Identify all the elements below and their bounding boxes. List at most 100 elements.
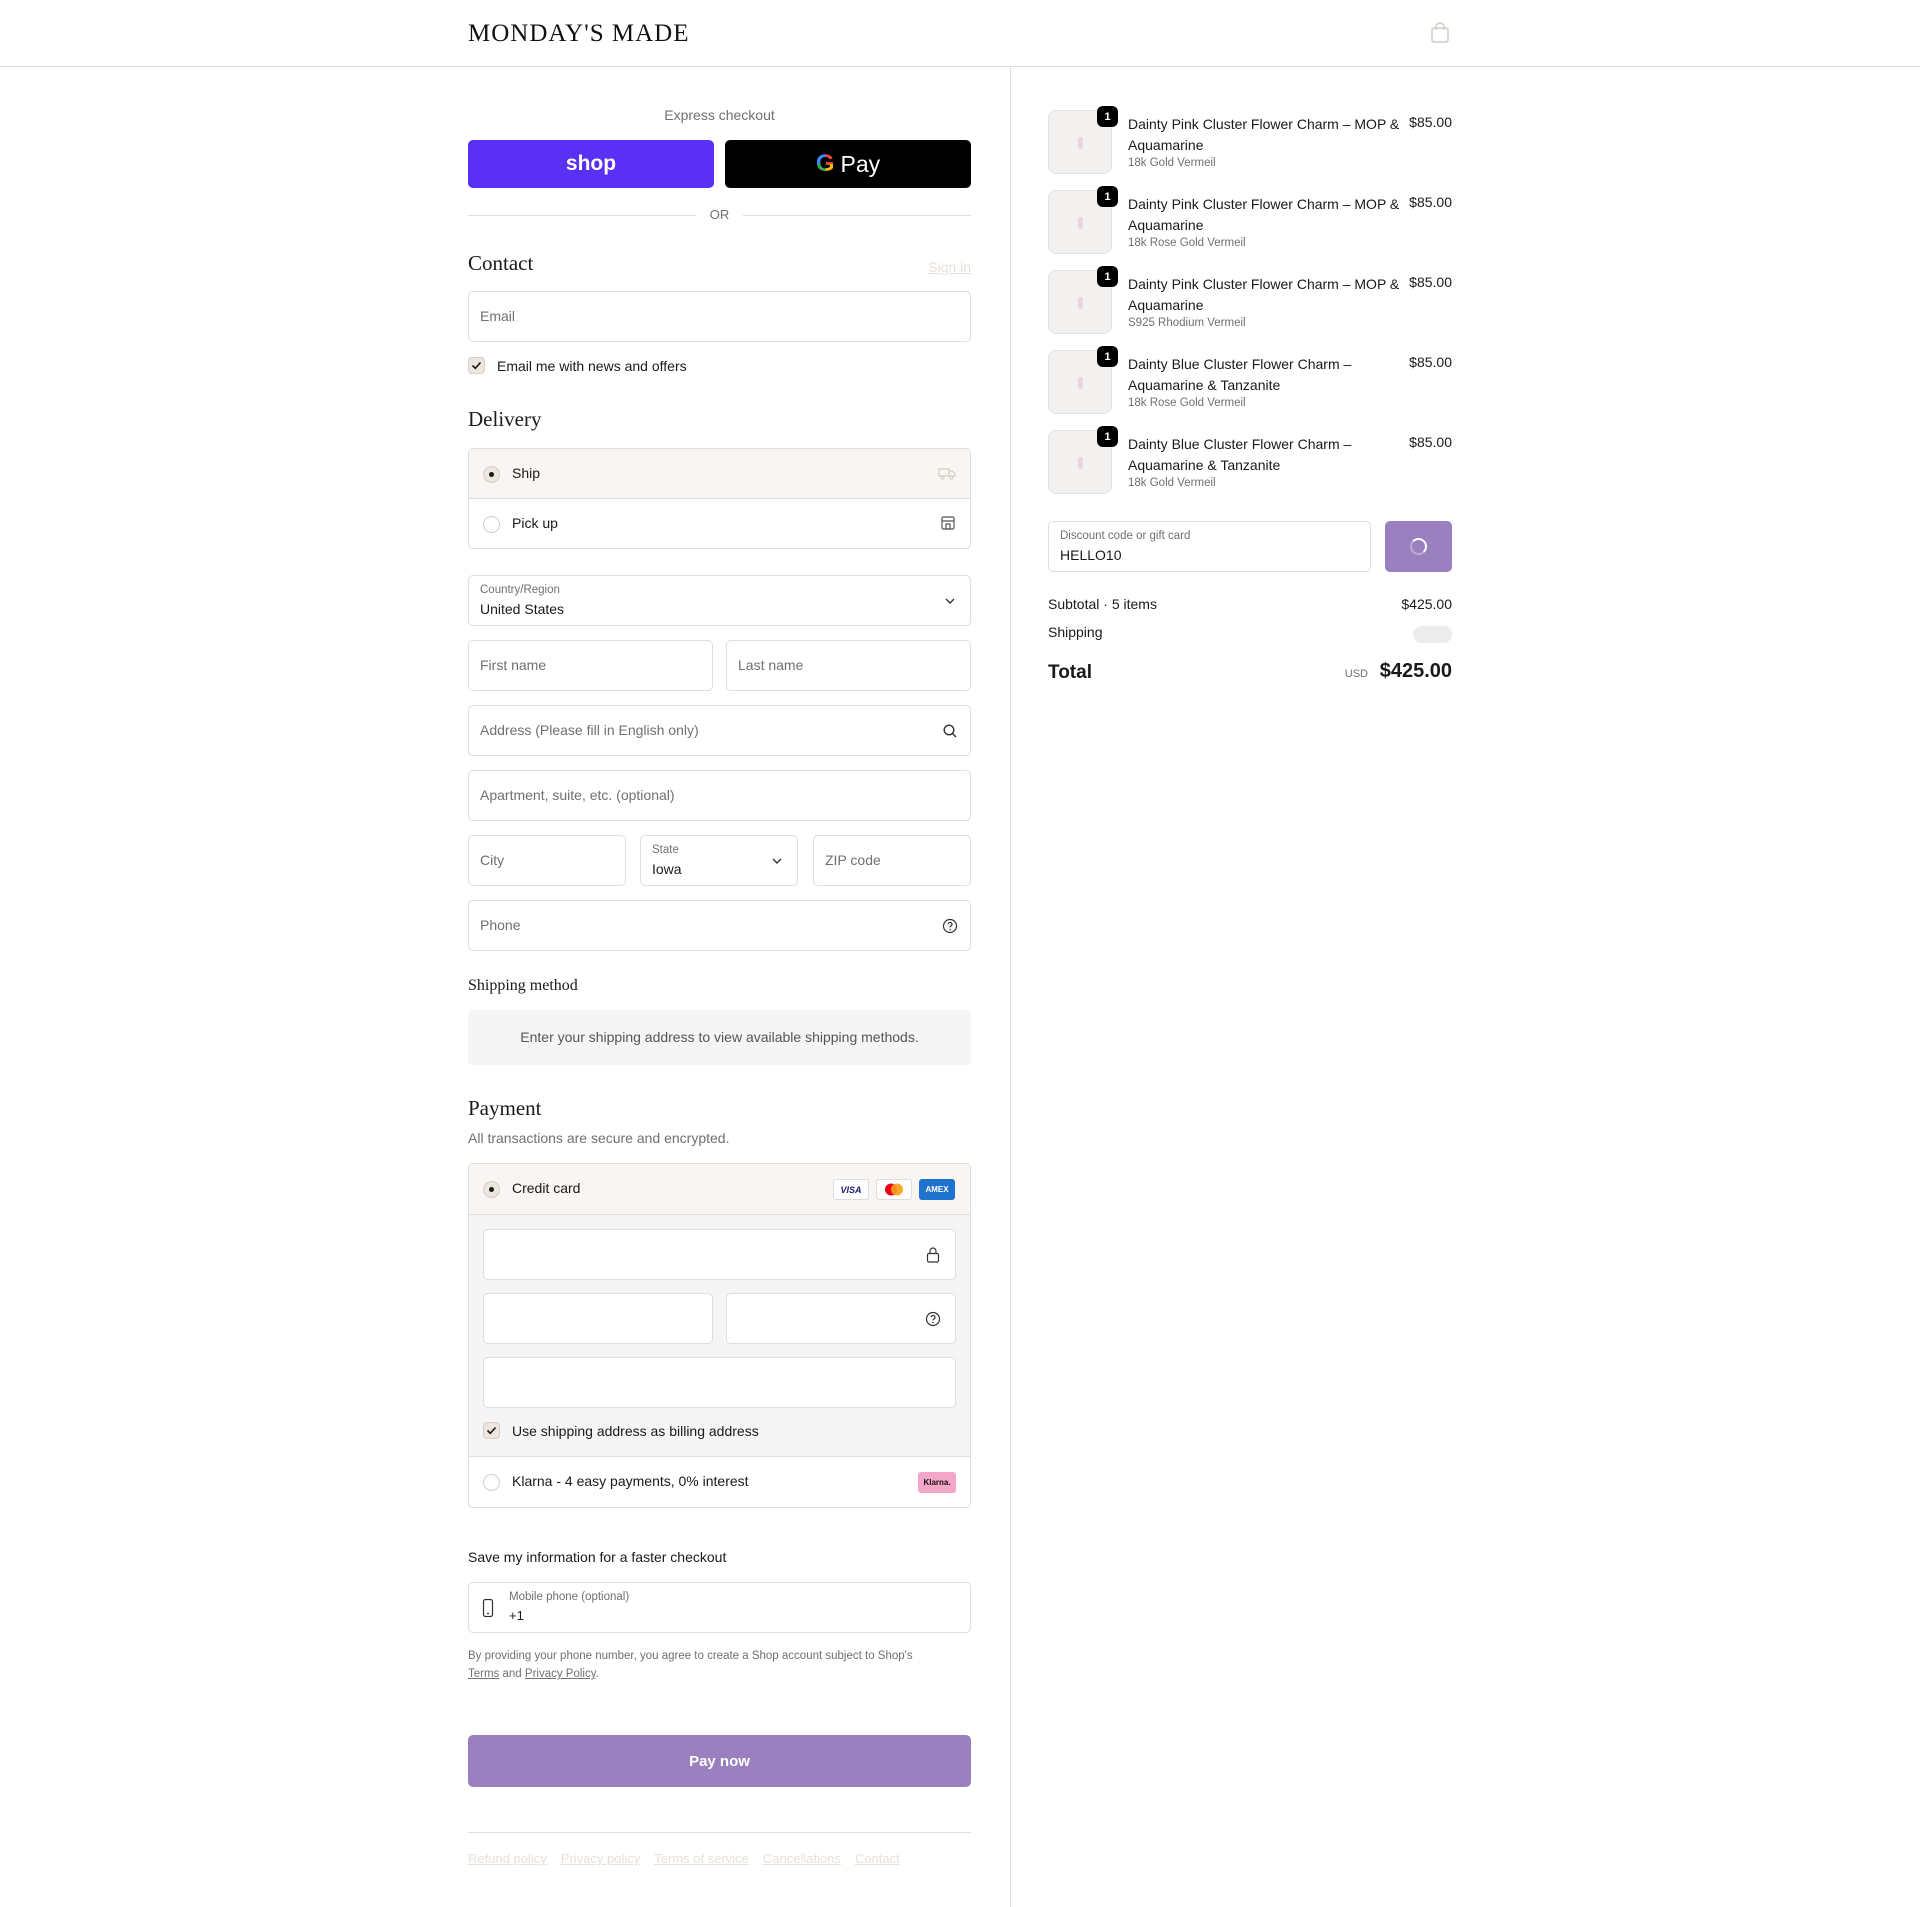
card-expiry-field[interactable] [483,1293,713,1344]
zip-placeholder: ZIP code [825,852,881,868]
shopping-bag-icon[interactable] [1430,22,1450,44]
amex-icon: AMEX [919,1179,955,1200]
ship-label: Ship [512,465,541,481]
payment-method-group: Credit card VISA AMEX Use shipping addre… [468,1163,971,1508]
refund-policy-link[interactable]: Refund policy [468,1851,547,1866]
product-variant: 18k Gold Vermeil [1128,157,1216,169]
payment-title: Payment [468,1096,542,1120]
quantity-badge: 1 [1097,266,1118,287]
currency-label: USD [1344,668,1368,680]
shop-pay-label: shop [565,152,617,175]
or-divider: OR [468,205,971,225]
express-checkout-label: Express checkout [664,107,775,123]
last-name-field[interactable]: Last name [726,640,971,691]
legal-prefix: By providing your phone number, you agre… [468,1650,913,1662]
pay-now-button[interactable]: Pay now [468,1735,971,1787]
product-variant: 18k Gold Vermeil [1128,477,1216,489]
card-number-field[interactable] [483,1229,956,1280]
list-item: 1 Dainty Blue Cluster Flower Charm – Aqu… [1048,346,1452,414]
footer-divider [468,1832,971,1833]
product-name: Dainty Pink Cluster Flower Charm – MOP &… [1128,196,1400,233]
delivery-option-pickup[interactable]: Pick up [469,499,970,548]
save-info-title: Save my information for a faster checkou… [468,1549,727,1565]
billing-same-checkbox[interactable] [483,1422,500,1439]
city-placeholder: City [480,852,505,868]
zip-field[interactable]: ZIP code [813,835,971,886]
state-label: State [652,844,679,856]
klarna-label: Klarna - 4 easy payments, 0% interest [512,1473,749,1489]
google-pay-label: Pay [840,150,881,177]
apartment-field[interactable]: Apartment, suite, etc. (optional) [468,770,971,821]
loading-spinner-icon [1410,538,1427,555]
privacy-policy-footer-link[interactable]: Privacy policy [561,1851,640,1866]
credit-card-form: Use shipping address as billing address [469,1214,970,1457]
country-select[interactable]: Country/Region United States [468,575,971,626]
card-cvv-field[interactable] [726,1293,956,1344]
product-name: Dainty Pink Cluster Flower Charm – MOP &… [1128,116,1400,153]
shipping-loading-placeholder [1413,626,1452,643]
product-variant: S925 Rhodium Vermeil [1128,317,1246,329]
shipping-method-title: Shipping method [468,977,578,994]
google-pay-button[interactable]: G Pay [725,140,971,188]
state-select[interactable]: State Iowa [640,835,798,886]
newsletter-checkbox[interactable] [468,357,485,374]
shipping-method-info: Enter your shipping address to view avai… [468,1010,971,1065]
phone-field[interactable]: Phone [468,900,971,951]
pickup-radio[interactable] [483,516,500,533]
address-field[interactable]: Address (Please fill in English only) [468,705,971,756]
product-name: Dainty Pink Cluster Flower Charm – MOP &… [1128,276,1400,313]
country-label: Country/Region [480,584,560,596]
list-item: 1 Dainty Blue Cluster Flower Charm – Aqu… [1048,426,1452,494]
help-circle-icon[interactable] [942,918,958,934]
shop-pay-button[interactable]: shop [468,140,714,188]
payment-option-credit-card[interactable]: Credit card VISA AMEX [469,1164,970,1214]
discount-code-field[interactable]: Discount code or gift card HELLO10 [1048,521,1371,572]
product-price: $85.00 [1409,114,1452,130]
country-value: United States [480,601,565,617]
quantity-badge: 1 [1097,426,1118,447]
cancellations-link[interactable]: Cancellations [763,1851,841,1866]
privacy-policy-link[interactable]: Privacy Policy [525,1668,596,1680]
list-item: 1 Dainty Pink Cluster Flower Charm – MOP… [1048,266,1452,334]
order-summary-panel [1010,67,1920,1907]
apply-discount-button[interactable] [1385,521,1452,572]
shipping-label: Shipping [1048,624,1103,640]
mobile-phone-value: +1 [509,1608,524,1623]
footer-links: Refund policy Privacy policy Terms of se… [468,1851,900,1866]
mobile-phone-label: Mobile phone (optional) [509,1591,630,1603]
brand-logo[interactable]: MONDAY'S MADE [468,20,689,48]
terms-of-service-link[interactable]: Terms of service [654,1851,749,1866]
product-variant: 18k Rose Gold Vermeil [1128,397,1246,409]
ship-radio[interactable] [483,466,500,483]
product-price: $85.00 [1409,194,1452,210]
contact-link[interactable]: Contact [855,1851,900,1866]
truck-icon [938,468,956,480]
help-circle-icon[interactable] [925,1311,941,1327]
list-item: 1 Dainty Pink Cluster Flower Charm – MOP… [1048,106,1452,174]
sign-in-link[interactable]: Sign in [928,259,971,275]
credit-card-radio[interactable] [483,1181,500,1198]
legal-text: By providing your phone number, you agre… [468,1647,971,1683]
email-field[interactable]: Email [468,291,971,342]
subtotal-value: $425.00 [1401,596,1452,612]
terms-link[interactable]: Terms [468,1668,499,1680]
search-icon [943,724,957,738]
billing-same-label: Use shipping address as billing address [512,1423,759,1439]
chevron-down-icon [772,858,782,864]
delivery-option-ship[interactable]: Ship [469,449,970,499]
divider-line [743,215,971,216]
legal-and: and [502,1668,522,1680]
card-name-field[interactable] [483,1357,956,1408]
product-name: Dainty Blue Cluster Flower Charm – Aquam… [1128,436,1352,473]
city-field[interactable]: City [468,835,626,886]
first-name-field[interactable]: First name [468,640,713,691]
product-price: $85.00 [1409,434,1452,450]
discount-label: Discount code or gift card [1060,530,1191,542]
klarna-radio[interactable] [483,1474,500,1491]
mobile-phone-field[interactable]: Mobile phone (optional) +1 [468,1582,971,1633]
first-name-placeholder: First name [480,657,547,673]
contact-title: Contact [468,251,534,275]
subtotal-row: Subtotal · 5 items $425.00 [1048,596,1452,612]
checkmark-icon [486,1426,497,1435]
payment-option-klarna[interactable]: Klarna - 4 easy payments, 0% interest Kl… [469,1457,970,1507]
